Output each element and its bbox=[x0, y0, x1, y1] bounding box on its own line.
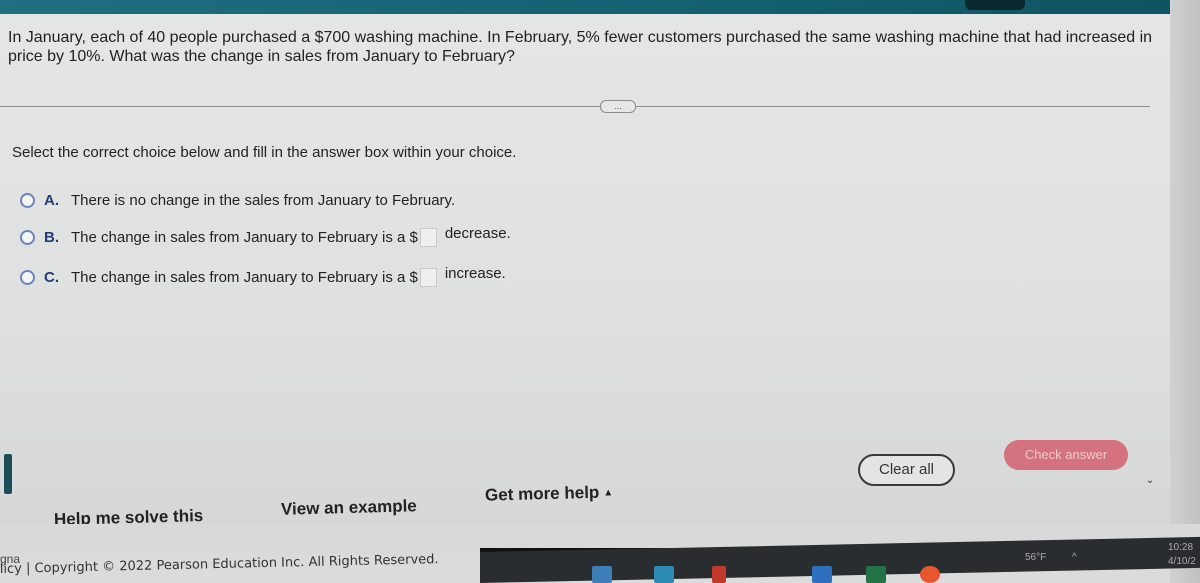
choice-a[interactable]: A. There is no change in the sales from … bbox=[20, 192, 455, 209]
choice-letter: C. bbox=[44, 269, 59, 286]
scroll-down-icon[interactable]: ⌄ bbox=[1142, 474, 1158, 488]
taskbar-firefox-icon[interactable] bbox=[920, 566, 940, 583]
copyright-text: licy | Copyright © 2022 Pearson Educatio… bbox=[0, 552, 439, 577]
answer-input-decrease[interactable] bbox=[419, 228, 437, 247]
divider bbox=[0, 106, 1150, 107]
expand-more-button[interactable]: ... bbox=[600, 100, 636, 113]
choice-letter: A. bbox=[44, 192, 59, 209]
question-panel: In January, each of 40 people purchased … bbox=[0, 14, 1170, 529]
caret-up-icon: ▲ bbox=[603, 487, 614, 499]
clock-time[interactable]: 10:28 bbox=[1168, 542, 1193, 553]
radio-a[interactable] bbox=[20, 193, 35, 208]
choice-suffix: increase. bbox=[444, 265, 506, 282]
side-tab[interactable] bbox=[4, 454, 12, 494]
choice-c[interactable]: C. The change in sales from January to F… bbox=[20, 265, 506, 287]
taskbar-mail-icon[interactable] bbox=[592, 566, 612, 583]
choice-letter: B. bbox=[44, 229, 59, 246]
get-more-help-label: Get more help bbox=[484, 482, 600, 505]
question-text: In January, each of 40 people purchased … bbox=[8, 29, 1153, 65]
view-example-link[interactable]: View an example bbox=[281, 496, 417, 520]
taskbar-excel-icon[interactable] bbox=[866, 566, 886, 583]
get-more-help-link[interactable]: Get more help ▲ bbox=[485, 482, 614, 505]
radio-c[interactable] bbox=[20, 270, 35, 285]
choice-text: The change in sales from January to Febr… bbox=[71, 229, 418, 246]
taskbar-store-icon[interactable] bbox=[654, 566, 674, 583]
taskbar-cortana-icon[interactable] bbox=[812, 566, 832, 583]
tray-chevron-icon[interactable]: ^ bbox=[1072, 552, 1077, 563]
header-overlay bbox=[965, 0, 1025, 10]
clear-all-button[interactable]: Clear all bbox=[858, 454, 955, 486]
check-answer-button[interactable]: Check answer bbox=[1004, 440, 1128, 470]
taskbar-office-icon[interactable] bbox=[712, 566, 726, 583]
weather-temp[interactable]: 56°F bbox=[1025, 552, 1046, 563]
window-edge bbox=[1170, 0, 1200, 583]
choice-suffix: decrease. bbox=[444, 225, 511, 242]
choice-text: There is no change in the sales from Jan… bbox=[71, 192, 456, 209]
choice-text: The change in sales from January to Febr… bbox=[71, 269, 418, 286]
clock-date[interactable]: 4/10/2 bbox=[1168, 556, 1196, 567]
instruction-text: Select the correct choice below and fill… bbox=[12, 144, 517, 161]
answer-input-increase[interactable] bbox=[419, 268, 437, 287]
radio-b[interactable] bbox=[20, 230, 35, 245]
choice-b[interactable]: B. The change in sales from January to F… bbox=[20, 225, 511, 247]
app-header-bar bbox=[0, 0, 1200, 14]
